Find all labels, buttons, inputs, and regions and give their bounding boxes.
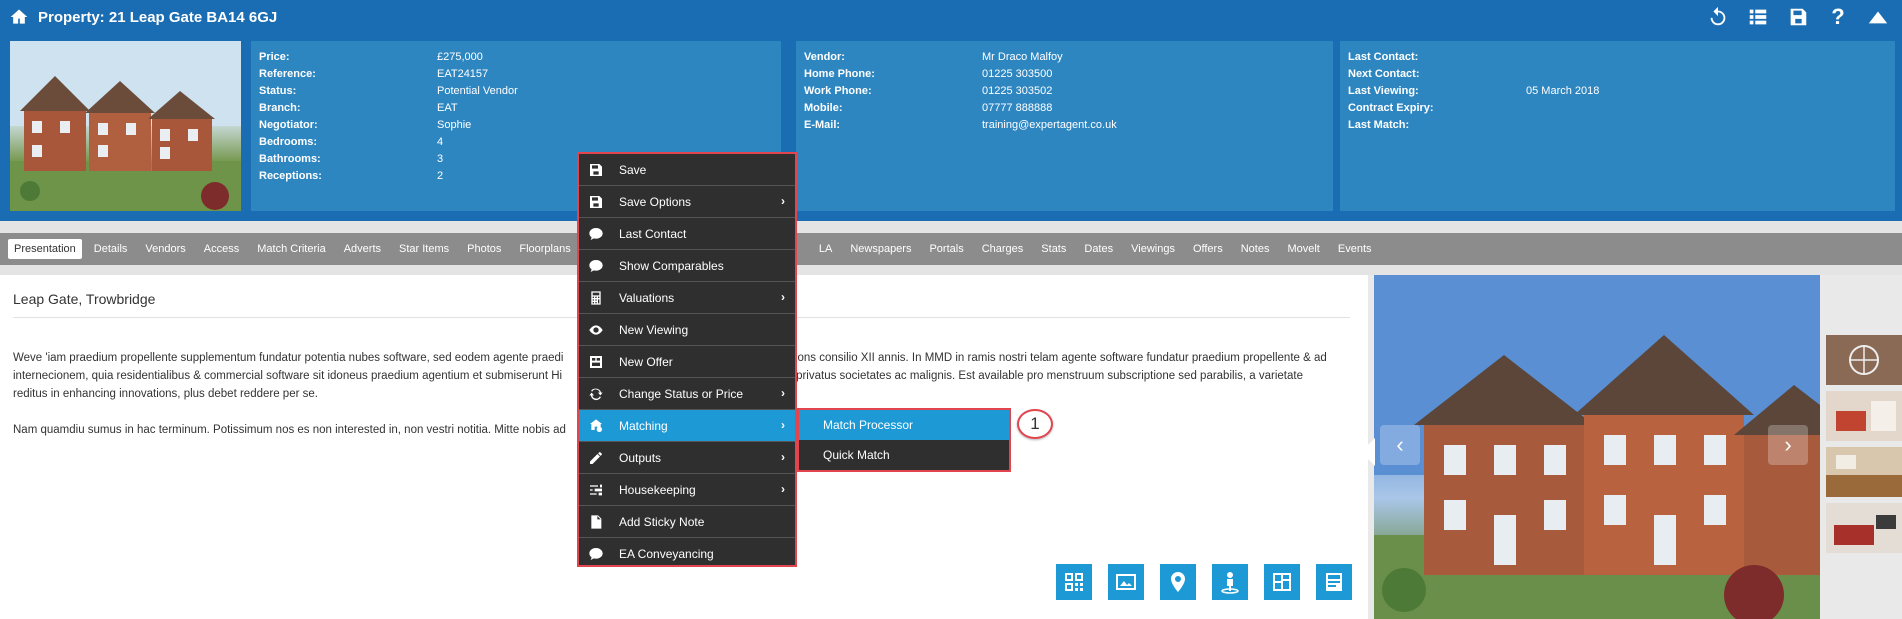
menu-item-housekeeping[interactable]: Housekeeping › [579, 474, 795, 506]
gallery-pointer [1361, 438, 1375, 466]
tab-notes[interactable]: Notes [1235, 239, 1276, 259]
brochure-icon[interactable] [1316, 564, 1352, 600]
chevron-right-icon: › [781, 194, 785, 208]
document-icon [587, 513, 605, 531]
menu-item-last-contact[interactable]: Last Contact [579, 218, 795, 250]
property-thumbnail[interactable] [10, 41, 241, 211]
menu-item-change-status-or-price[interactable]: Change Status or Price › [579, 378, 795, 410]
tab-viewings[interactable]: Viewings [1125, 239, 1181, 259]
menu-item-new-offer[interactable]: New Offer [579, 346, 795, 378]
undo-icon[interactable] [1706, 5, 1730, 29]
step-callout: 1 [1017, 409, 1053, 439]
tab-la[interactable]: LA [813, 239, 838, 259]
presentation-tools [1056, 564, 1352, 600]
help-icon[interactable]: ? [1826, 4, 1850, 29]
chevron-right-icon: › [781, 418, 785, 432]
tab-floorplans[interactable]: Floorplans [513, 239, 576, 259]
tab-details[interactable]: Details [88, 239, 134, 259]
offer-icon [587, 353, 605, 371]
vendor-email-link[interactable]: training@expertagent.co.uk [982, 119, 1117, 131]
chevron-right-icon: › [781, 482, 785, 496]
tab-events[interactable]: Events [1332, 239, 1378, 259]
chevron-right-icon[interactable]: › [1768, 425, 1808, 465]
tab-newspapers[interactable]: Newspapers [844, 239, 917, 259]
chevron-left-icon[interactable]: ‹ [1380, 425, 1420, 465]
page-title: Property: 21 Leap Gate BA14 6GJ [38, 8, 278, 26]
property-header: Property: 21 Leap Gate BA14 6GJ ? Price:… [0, 0, 1902, 221]
thumbnail-image[interactable] [1826, 503, 1902, 553]
context-menu: Save Save Options › Last Contact Show Com… [577, 152, 797, 567]
menu-item-valuations[interactable]: Valuations › [579, 282, 795, 314]
speech-bubble-icon [587, 225, 605, 243]
title-bar: Property: 21 Leap Gate BA14 6GJ ? [0, 0, 1902, 34]
tab-access[interactable]: Access [198, 239, 245, 259]
separator [0, 221, 1902, 233]
menu-item-new-viewing[interactable]: New Viewing [579, 314, 795, 346]
speech-bubble-icon [587, 257, 605, 275]
sliders-icon [587, 481, 605, 499]
matching-icon [587, 417, 605, 435]
menu-item-save[interactable]: Save [579, 154, 795, 186]
tab-bar: Presentation Details Vendors Access Matc… [0, 233, 1902, 265]
save-icon [587, 193, 605, 211]
eye-icon [587, 321, 605, 339]
thumbnail-image[interactable] [1826, 447, 1902, 497]
tab-portals[interactable]: Portals [923, 239, 969, 259]
map-pin-icon[interactable] [1160, 564, 1196, 600]
menu-item-save-options[interactable]: Save Options › [579, 186, 795, 218]
tab-star-items[interactable]: Star Items [393, 239, 455, 259]
tab-offers[interactable]: Offers [1187, 239, 1229, 259]
vendor-info-panel: Vendor: Mr Draco Malfoy Home Phone: 01225 … [796, 41, 1333, 211]
tab-presentation[interactable]: Presentation [8, 239, 82, 259]
thumbnail-image[interactable] [1826, 335, 1902, 385]
main-property-photo[interactable] [1374, 275, 1820, 619]
tab-photos[interactable]: Photos [461, 239, 507, 259]
chevron-right-icon: › [781, 450, 785, 464]
calculator-icon [587, 289, 605, 307]
menu-item-matching[interactable]: Matching › [579, 410, 795, 442]
content-title: Leap Gate, Trowbridge [13, 291, 156, 307]
collapse-icon[interactable] [1866, 5, 1890, 29]
street-view-icon[interactable] [1212, 564, 1248, 600]
chevron-right-icon: › [781, 290, 785, 304]
list-icon[interactable] [1746, 5, 1770, 29]
home-icon[interactable] [8, 7, 30, 27]
tab-vendors[interactable]: Vendors [139, 239, 191, 259]
contact-info-panel: Last Contact: Next Contact: Last Viewing… [1340, 41, 1895, 211]
submenu-item-match-processor[interactable]: Match Processor [799, 410, 1009, 440]
matching-submenu: Match Processor Quick Match [797, 408, 1011, 472]
separator [0, 265, 1902, 275]
menu-item-add-sticky-note[interactable]: Add Sticky Note [579, 506, 795, 538]
qr-code-icon[interactable] [1056, 564, 1092, 600]
menu-item-show-comparables[interactable]: Show Comparables [579, 250, 795, 282]
tab-stats[interactable]: Stats [1035, 239, 1072, 259]
pencil-icon [587, 449, 605, 467]
save-icon[interactable] [1786, 5, 1810, 29]
tab-match-criteria[interactable]: Match Criteria [251, 239, 331, 259]
speech-bubble-icon [587, 545, 605, 563]
thumbnail-image[interactable] [1826, 391, 1902, 441]
refresh-icon [587, 385, 605, 403]
chevron-right-icon: › [781, 386, 785, 400]
menu-item-ea-conveyancing[interactable]: EA Conveyancing [579, 538, 795, 570]
tab-adverts[interactable]: Adverts [338, 239, 387, 259]
image-icon[interactable] [1108, 564, 1144, 600]
thumbnail-strip [1826, 335, 1902, 553]
menu-item-outputs[interactable]: Outputs › [579, 442, 795, 474]
tab-charges[interactable]: Charges [976, 239, 1030, 259]
submenu-item-quick-match[interactable]: Quick Match [799, 440, 1009, 470]
tab-dates[interactable]: Dates [1078, 239, 1119, 259]
tab-movelt[interactable]: Movelt [1281, 239, 1325, 259]
save-icon [587, 161, 605, 179]
floorplan-icon[interactable] [1264, 564, 1300, 600]
